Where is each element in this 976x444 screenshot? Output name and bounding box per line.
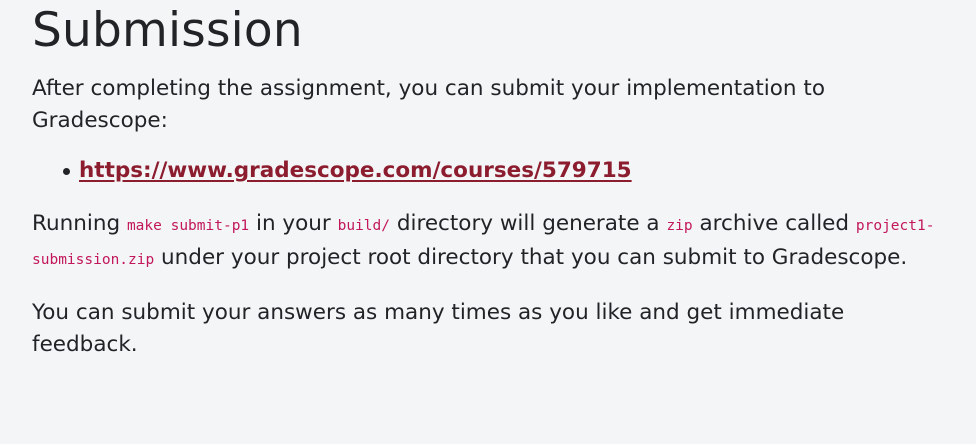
gradescope-link[interactable]: https://www.gradescope.com/courses/57971… — [79, 158, 632, 183]
feedback-paragraph: You can submit your answers as many time… — [32, 300, 845, 357]
text-segment: archive called — [692, 211, 856, 236]
text-segment: Running — [32, 211, 127, 236]
build-dir-code: build/ — [337, 218, 390, 234]
submission-section: Submission After completing the assignme… — [0, 0, 976, 444]
bullet-icon — [63, 168, 70, 175]
list-item: https://www.gradescope.com/courses/57971… — [63, 155, 936, 187]
zip-code: zip — [666, 218, 693, 234]
text-segment: in your — [249, 211, 338, 236]
link-list: https://www.gradescope.com/courses/57971… — [32, 155, 936, 187]
make-command-code: make submit-p1 — [126, 218, 250, 234]
intro-paragraph: After completing the assignment, you can… — [32, 76, 825, 133]
section-title: Submission — [32, 3, 303, 58]
instructions-paragraph: Running make submit-p1 in your build/ di… — [32, 208, 936, 276]
text-segment: directory will generate a — [390, 211, 667, 236]
text-segment: under your project root directory that y… — [154, 245, 908, 270]
